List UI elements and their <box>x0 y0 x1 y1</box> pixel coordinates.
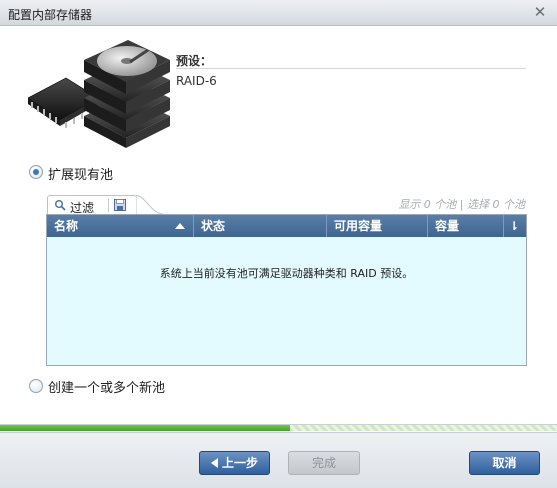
filter-tab[interactable]: 过滤 <box>47 195 137 215</box>
back-button[interactable]: 上一步 <box>199 451 270 475</box>
search-icon <box>55 200 66 211</box>
tab-slope <box>136 195 166 215</box>
progress-fill <box>0 425 290 431</box>
preset-label: 预设： <box>176 54 213 68</box>
column-chooser-glyph: ⇂ <box>509 219 520 233</box>
close-icon[interactable]: ✕ <box>530 3 550 22</box>
preset-value: RAID-6 <box>176 74 217 88</box>
selection-counts: 显示 0 个池 | 选择 0 个池 <box>398 198 525 211</box>
expand-existing-radio[interactable] <box>29 165 43 179</box>
empty-table-message: 系统上当前没有池可满足驱动器种类和 RAID 预设。 <box>159 267 414 280</box>
column-status-label: 状态 <box>201 219 226 233</box>
finish-button-label: 完成 <box>311 456 336 470</box>
table-header: 名称 状态 可用容量 容量 ⇂ <box>47 215 526 237</box>
toolbar-divider <box>108 199 109 212</box>
sort-up-icon <box>175 223 185 229</box>
cancel-button-label: 取消 <box>492 456 517 470</box>
cancel-button[interactable]: 取消 <box>469 451 540 475</box>
finish-button[interactable]: 完成 <box>288 451 360 475</box>
storage-drives-icon <box>28 40 170 148</box>
progress-remaining <box>290 425 557 431</box>
column-status[interactable]: 状态 <box>194 215 327 237</box>
column-capacity-label: 容量 <box>435 219 460 233</box>
create-new-label[interactable]: 创建一个或多个新池 <box>48 377 165 396</box>
create-new-radio[interactable] <box>29 379 43 393</box>
window-title: 配置内部存储器 <box>8 8 93 22</box>
column-capacity[interactable]: 容量 <box>428 215 504 237</box>
wizard-progress-bar <box>0 424 557 431</box>
preset-divider <box>176 68 526 69</box>
back-arrow-icon <box>210 458 218 468</box>
column-chooser-icon[interactable]: ⇂ <box>504 215 526 237</box>
title-bar: 配置内部存储器 ✕ <box>0 0 557 26</box>
column-name[interactable]: 名称 <box>47 215 194 237</box>
column-name-label: 名称 <box>54 219 79 233</box>
pool-table: 名称 状态 可用容量 容量 ⇂ 系统上当前没有池可满足驱动器种类和 RAID 预… <box>46 214 527 366</box>
save-icon[interactable] <box>114 199 126 211</box>
expand-existing-label[interactable]: 扩展现有池 <box>48 164 113 183</box>
column-free-capacity-label: 可用容量 <box>334 219 383 233</box>
column-free-capacity[interactable]: 可用容量 <box>327 215 428 237</box>
back-button-label: 上一步 <box>221 456 258 470</box>
dialog-footer: 上一步 完成 取消 <box>0 432 557 488</box>
